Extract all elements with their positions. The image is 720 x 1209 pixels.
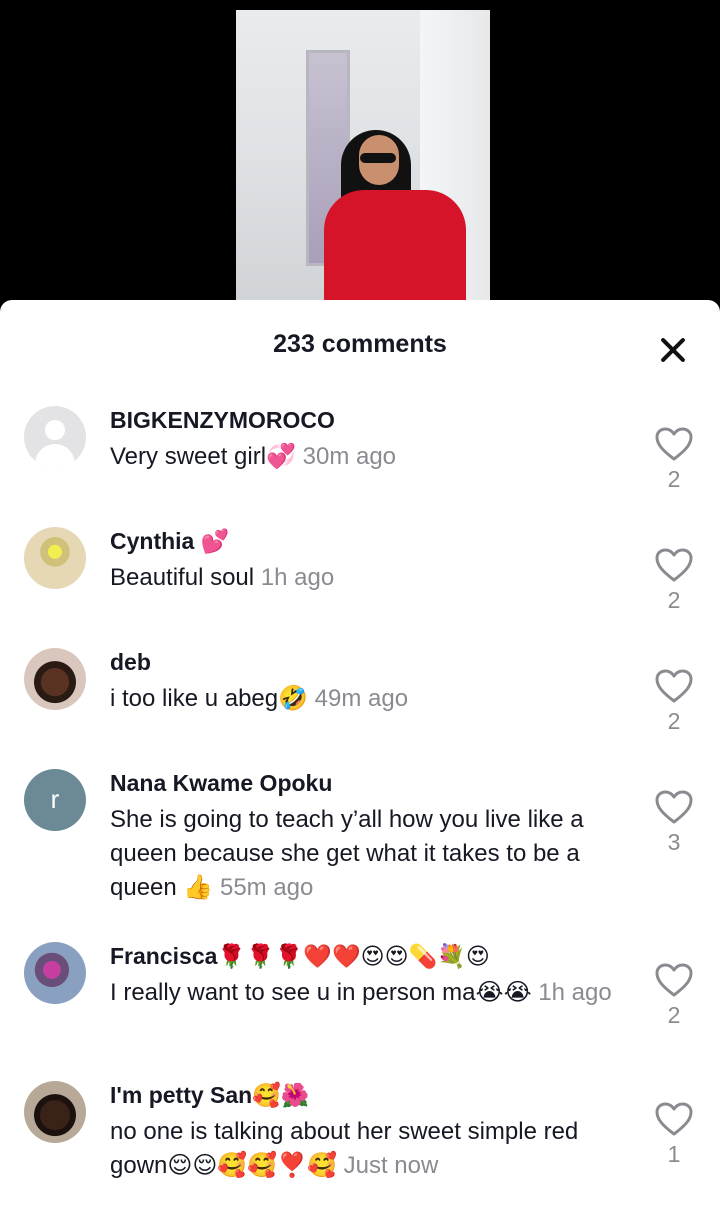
like-button[interactable]: 2 <box>650 547 698 614</box>
comment-text: Very sweet girl💞 30m ago <box>110 440 630 474</box>
default-avatar[interactable] <box>24 406 86 468</box>
user-avatar[interactable] <box>24 527 86 589</box>
comment-text-body: i too like u abeg🤣 <box>110 685 308 712</box>
user-avatar[interactable] <box>24 648 86 710</box>
comment-username[interactable]: deb <box>110 646 630 678</box>
comment-text-body: Beautiful soul <box>110 564 255 591</box>
like-count: 2 <box>667 708 681 734</box>
thumbnail-sunglasses <box>360 153 396 163</box>
like-count: 1 <box>667 1141 681 1167</box>
video-thumbnail[interactable] <box>236 10 490 310</box>
heart-outline-icon <box>655 427 693 461</box>
comment-time: 1h ago <box>260 564 335 591</box>
like-count: 2 <box>667 587 681 613</box>
comment-text: Beautiful soul 1h ago <box>110 561 630 595</box>
comment-time: 30m ago <box>302 443 397 470</box>
letter-avatar[interactable]: r <box>24 769 86 831</box>
comment-text: no one is talking about her sweet simple… <box>110 1115 630 1183</box>
like-button[interactable]: 1 <box>650 1101 698 1168</box>
user-avatar[interactable] <box>24 942 86 1004</box>
avatar-body-shape <box>35 444 75 468</box>
comment-text-body: Very sweet girl💞 <box>110 443 296 470</box>
comment-text: i too like u abeg🤣 49m ago <box>110 682 630 716</box>
video-preview[interactable] <box>0 0 720 310</box>
comment-username[interactable]: BIGKENZYMOROCO <box>110 404 630 436</box>
comment-count: 233 comments <box>273 330 447 358</box>
like-button[interactable]: 2 <box>650 426 698 493</box>
heart-outline-icon <box>655 963 693 997</box>
comment-username[interactable]: Francisca🌹🌹🌹❤️❤️😍😍💊💐😍 <box>110 940 630 972</box>
comment-time: 55m ago <box>219 874 314 901</box>
close-icon[interactable] <box>660 337 686 363</box>
like-button[interactable]: 2 <box>650 962 698 1029</box>
comment-text: She is going to teach y’all how you live… <box>110 803 630 905</box>
like-button[interactable]: 2 <box>650 668 698 735</box>
comments-header: 233 comments <box>0 300 720 394</box>
comment-text: I really want to see u in person ma😭😭 1h… <box>110 976 630 1010</box>
heart-outline-icon <box>655 1102 693 1136</box>
comment-text-body: She is going to teach y’all how you live… <box>110 806 584 901</box>
like-count: 2 <box>667 466 681 492</box>
like-count: 3 <box>667 829 681 855</box>
thumbnail-red-dress <box>324 190 466 310</box>
heart-outline-icon <box>655 669 693 703</box>
avatar-head-shape <box>45 420 65 440</box>
comment-username[interactable]: Cynthia 💕 <box>110 525 630 557</box>
comment-time: Just now <box>343 1152 439 1179</box>
comments-sheet: 233 comments BIGKENZYMOROCO Very sweet g… <box>0 300 720 1209</box>
heart-outline-icon <box>655 548 693 582</box>
like-count: 2 <box>667 1002 681 1028</box>
user-avatar[interactable] <box>24 1081 86 1143</box>
comment-time: 49m ago <box>314 685 409 712</box>
heart-outline-icon <box>655 790 693 824</box>
comment-text-body: I really want to see u in person ma😭😭 <box>110 979 532 1006</box>
comment-time: 1h ago <box>538 979 612 1006</box>
comment-username[interactable]: Nana Kwame Opoku <box>110 767 630 799</box>
comment-username[interactable]: I'm petty San🥰🌺 <box>110 1079 630 1111</box>
like-button[interactable]: 3 <box>650 789 698 856</box>
